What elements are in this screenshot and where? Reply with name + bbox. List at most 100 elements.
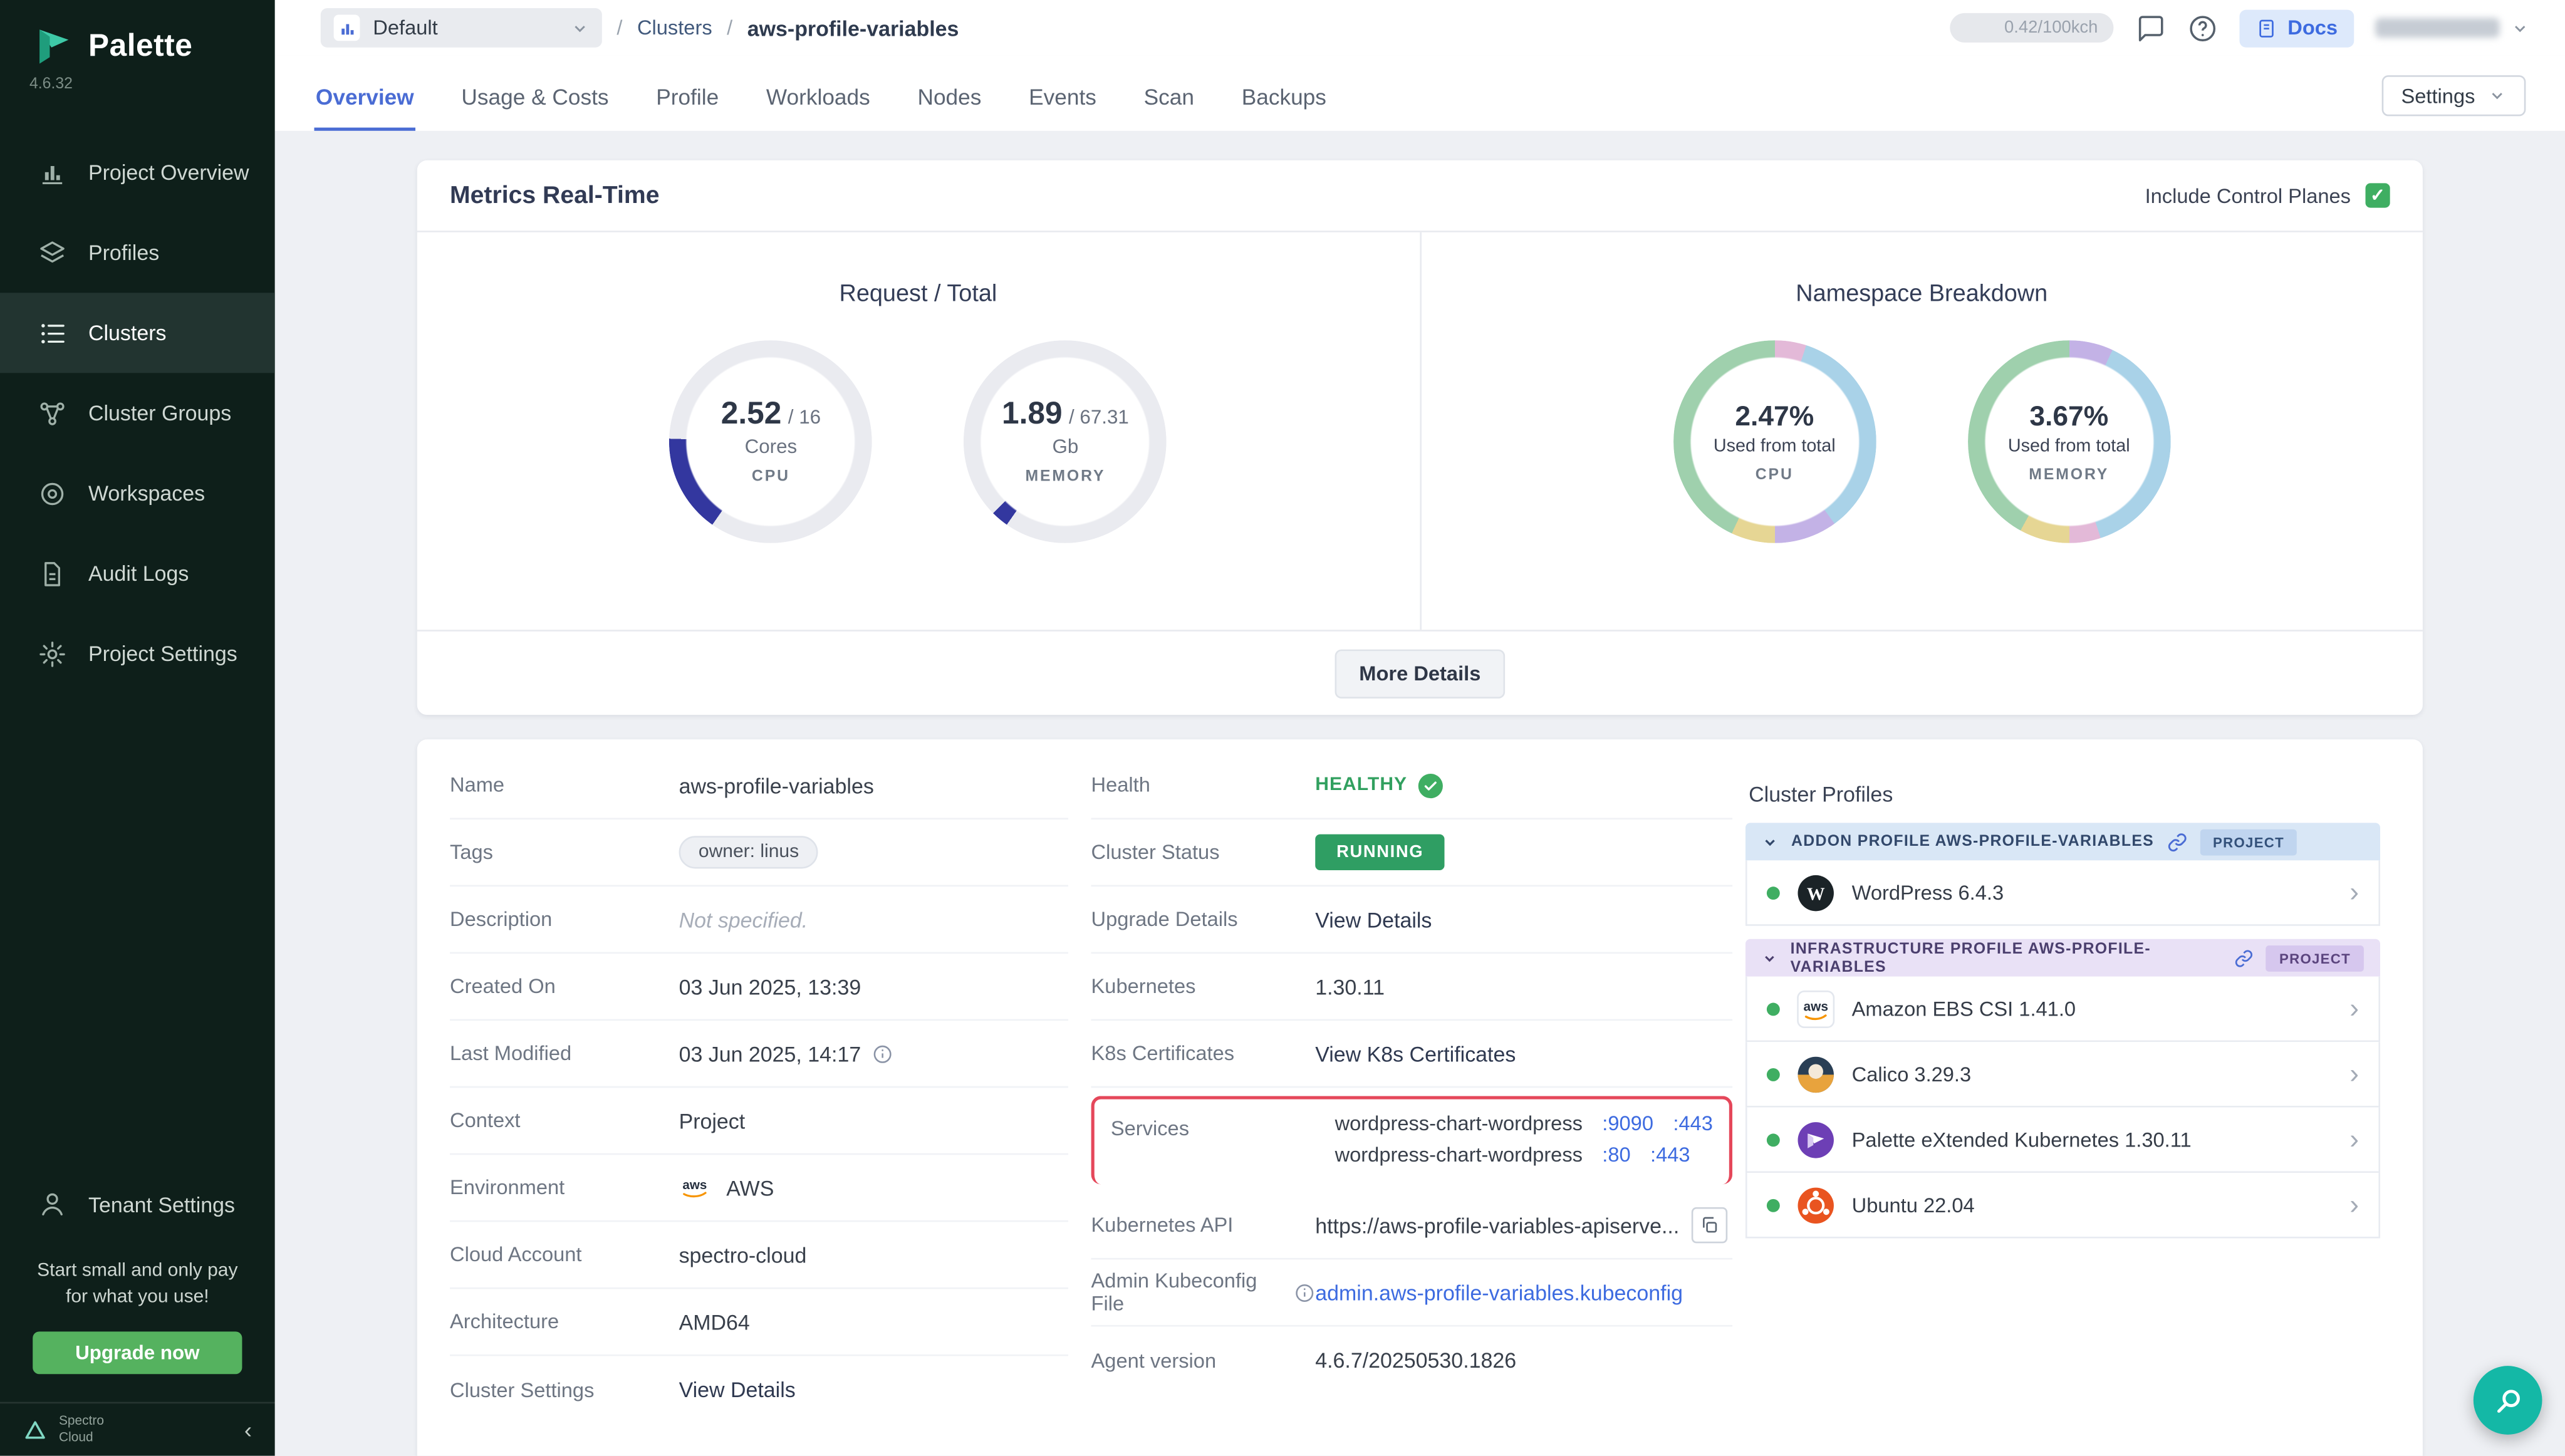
- top-bar-right: 0.42/100kch Docs: [1950, 9, 2529, 46]
- cluster-settings-view-details-link[interactable]: View Details: [679, 1377, 796, 1401]
- audit-logs-icon: [38, 559, 67, 588]
- sidebar-item-project-overview[interactable]: Project Overview: [0, 132, 275, 212]
- created-on-label: Created On: [450, 975, 679, 998]
- profile-layer-calico[interactable]: Calico 3.29.3 ›: [1746, 1042, 2380, 1107]
- metrics-card: Metrics Real-Time Include Control Planes…: [417, 160, 2423, 715]
- service-entry: wordpress-chart-wordpress :9090 :443: [1335, 1112, 1713, 1135]
- app-version: 4.6.32: [0, 70, 275, 93]
- tab-backups[interactable]: Backups: [1240, 85, 1328, 131]
- checkbox-checked-icon[interactable]: ✓: [2366, 183, 2390, 207]
- project-scope-icon: [334, 14, 360, 41]
- sidebar-spacer: [0, 694, 275, 1164]
- cluster-groups-icon: [38, 398, 67, 428]
- tab-profile[interactable]: Profile: [655, 85, 721, 131]
- sidebar-item-label: Tenant Settings: [88, 1192, 235, 1217]
- service-port-link[interactable]: :443: [1673, 1112, 1713, 1135]
- profile-layer-wordpress[interactable]: W WordPress 6.4.3 ›: [1746, 860, 2380, 925]
- sidebar-item-profiles[interactable]: Profiles: [0, 212, 275, 293]
- infrastructure-profile-header[interactable]: INFRASTRUCTURE PROFILE AWS-PROFILE-VARIA…: [1746, 939, 2380, 977]
- include-control-planes-toggle[interactable]: Include Control Planes ✓: [2145, 183, 2390, 207]
- docs-button[interactable]: Docs: [2240, 9, 2354, 46]
- kubeconfig-download-link[interactable]: admin.aws-profile-variables.kubeconfig: [1315, 1280, 1683, 1304]
- profile-layer-ubuntu[interactable]: Ubuntu 22.04 ›: [1746, 1173, 2380, 1238]
- tab-overview[interactable]: Overview: [314, 85, 415, 131]
- request-total-title: Request / Total: [839, 281, 997, 308]
- sidebar-item-workspaces[interactable]: Workspaces: [0, 453, 275, 533]
- info-icon[interactable]: [1294, 1282, 1315, 1303]
- cluster-profiles-title: Cluster Profiles: [1749, 782, 2380, 806]
- more-details-button[interactable]: More Details: [1335, 648, 1505, 697]
- upgrade-now-button[interactable]: Upgrade now: [33, 1331, 242, 1374]
- addon-profile-header[interactable]: ADDON PROFILE AWS-PROFILE-VARIABLES PROJ…: [1746, 823, 2380, 860]
- sidebar-item-tenant-settings[interactable]: Tenant Settings: [0, 1165, 275, 1245]
- collapse-sidebar-icon[interactable]: ‹: [244, 1418, 252, 1442]
- tab-events[interactable]: Events: [1028, 85, 1098, 131]
- detail-row-environment: Environment aws AWS: [450, 1155, 1068, 1222]
- aws-logo-icon: aws: [679, 1176, 715, 1199]
- created-on-value: 03 Jun 2025, 13:39: [679, 974, 861, 999]
- chevron-down-icon: [2488, 86, 2506, 105]
- help-icon[interactable]: [2188, 13, 2219, 44]
- detail-row-cluster-status: Cluster Status RUNNING: [1091, 819, 1733, 887]
- breadcrumb-clusters-link[interactable]: Clusters: [637, 16, 712, 39]
- project-selector-value: Default: [373, 16, 437, 39]
- namespace-cpu-donut: 2.47% Used from total CPU: [1673, 340, 1876, 543]
- service-port-link[interactable]: :9090: [1602, 1112, 1653, 1135]
- sidebar-item-audit-logs[interactable]: Audit Logs: [0, 533, 275, 613]
- tags-label: Tags: [450, 841, 679, 864]
- detail-row-cloud-account: Cloud Account spectro-cloud: [450, 1222, 1068, 1289]
- sidebar-item-label: Profiles: [88, 241, 159, 265]
- last-modified-value: 03 Jun 2025, 14:17: [679, 1041, 861, 1066]
- tab-scan[interactable]: Scan: [1142, 85, 1196, 131]
- layer-name: WordPress 6.4.3: [1852, 881, 2004, 904]
- sidebar-item-label: Project Overview: [88, 160, 249, 185]
- link-icon[interactable]: [2235, 948, 2254, 967]
- profile-layer-pxk[interactable]: Palette eXtended Kubernetes 1.30.11 ›: [1746, 1108, 2380, 1173]
- sidebar-item-cluster-groups[interactable]: Cluster Groups: [0, 373, 275, 453]
- health-value: HEALTHY: [1315, 776, 1407, 795]
- settings-label: Settings: [2401, 84, 2475, 107]
- tab-workloads[interactable]: Workloads: [764, 85, 871, 131]
- services-list: wordpress-chart-wordpress :9090 :443 wor…: [1335, 1112, 1713, 1166]
- promo-line-1: Start small and only pay: [0, 1257, 275, 1284]
- upgrade-view-details-link[interactable]: View Details: [1315, 907, 1432, 932]
- ubuntu-icon: [1796, 1185, 1836, 1225]
- chevron-right-icon: ›: [2349, 1125, 2359, 1153]
- agent-version-label: Agent version: [1091, 1349, 1316, 1372]
- request-total-donuts: 2.52 / 16 Cores CPU: [670, 340, 1167, 543]
- service-name: wordpress-chart-wordpress: [1335, 1143, 1583, 1167]
- profile-layer-ebs-csi[interactable]: aws Amazon EBS CSI 1.41.0 ›: [1746, 977, 2380, 1042]
- copy-icon[interactable]: [1691, 1207, 1727, 1243]
- promo-text: Start small and only pay for what you us…: [0, 1257, 275, 1310]
- tab-usage-costs[interactable]: Usage & Costs: [460, 85, 610, 131]
- info-icon[interactable]: [873, 1043, 894, 1064]
- cloud-account-label: Cloud Account: [450, 1243, 679, 1266]
- sidebar-item-label: Project Settings: [88, 642, 237, 666]
- detail-row-architecture: Architecture AMD64: [450, 1289, 1068, 1356]
- sidebar-item-project-settings[interactable]: Project Settings: [0, 613, 275, 694]
- service-port-link[interactable]: :443: [1650, 1143, 1690, 1167]
- palette-kubernetes-icon: [1796, 1120, 1836, 1159]
- service-port-link[interactable]: :80: [1602, 1143, 1630, 1167]
- cpu-request-values: 2.52 / 16 Cores CPU: [670, 340, 873, 543]
- link-icon[interactable]: [2167, 832, 2187, 851]
- chevron-right-icon: ›: [2349, 878, 2359, 906]
- cpu-request-donut: 2.52 / 16 Cores CPU: [670, 340, 873, 543]
- infrastructure-profile-name: INFRASTRUCTURE PROFILE AWS-PROFILE-VARIA…: [1791, 940, 2222, 975]
- sidebar-item-clusters[interactable]: Clusters: [0, 293, 275, 373]
- breadcrumb-separator: /: [617, 16, 622, 39]
- context-value: Project: [679, 1108, 746, 1133]
- memory-label: MEMORY: [1025, 468, 1105, 486]
- namespace-cpu-values: 2.47% Used from total CPU: [1673, 340, 1876, 543]
- support-fab-button[interactable]: [2474, 1366, 2542, 1435]
- project-selector[interactable]: Default: [321, 8, 602, 48]
- chat-icon[interactable]: [2135, 13, 2167, 44]
- tab-nodes[interactable]: Nodes: [916, 85, 983, 131]
- memory-total-value: / 67.31: [1069, 406, 1129, 429]
- settings-button[interactable]: Settings: [2381, 75, 2526, 116]
- chevron-right-icon: ›: [2349, 1191, 2359, 1219]
- view-k8s-certificates-link[interactable]: View K8s Certificates: [1315, 1041, 1516, 1066]
- user-menu[interactable]: [2375, 18, 2529, 38]
- kubernetes-version-value: 1.30.11: [1315, 974, 1385, 999]
- cluster-status-label: Cluster Status: [1091, 841, 1316, 864]
